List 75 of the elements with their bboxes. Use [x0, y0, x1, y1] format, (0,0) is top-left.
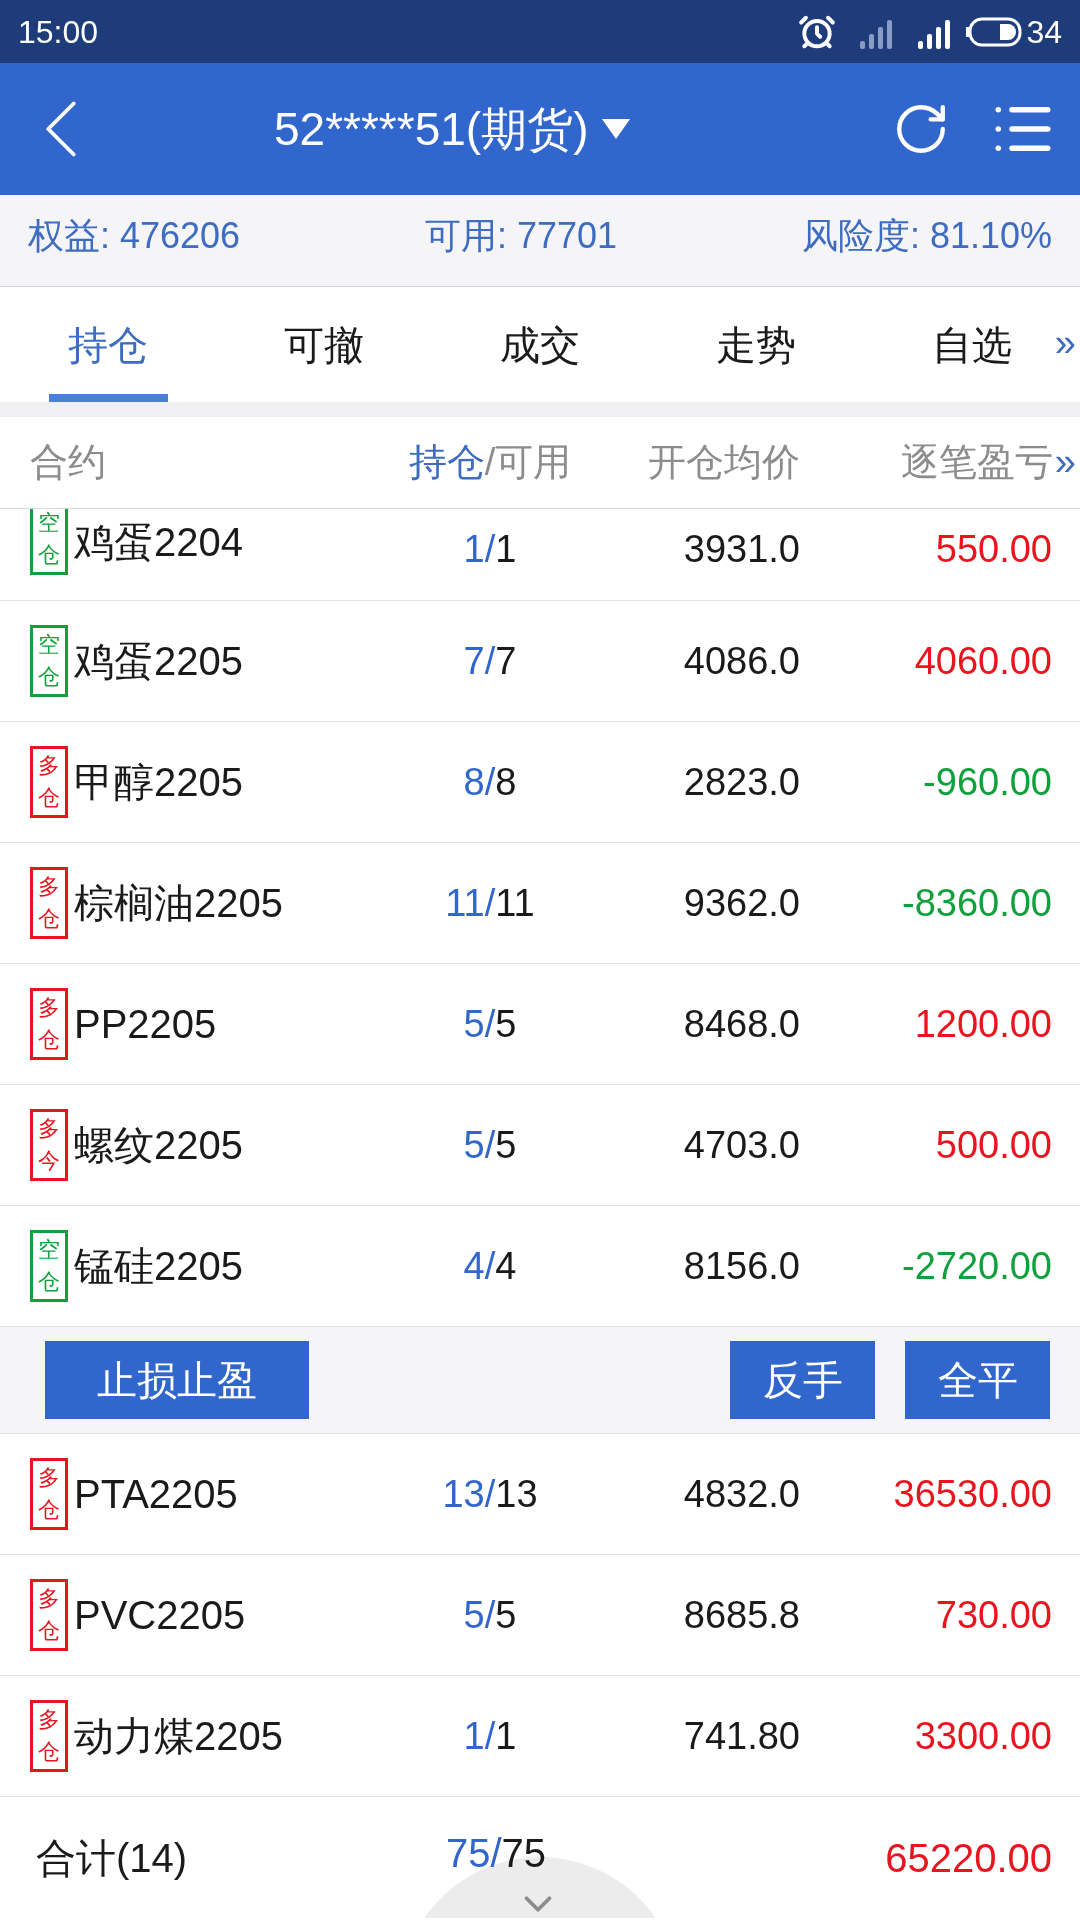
account-stat: 权益: 476206 [28, 214, 241, 258]
position-badge: 空仓 [30, 509, 68, 575]
contract-name: PTA2205 [74, 1471, 238, 1518]
position-cell-text: 8/8 [462, 759, 518, 805]
position-badge: 多仓 [30, 1579, 68, 1651]
profit-loss: 36530.00 [892, 1471, 1052, 1517]
position-cell-text: 13/13 [441, 1471, 539, 1517]
open-price: 9362.0 [682, 880, 800, 926]
profit-loss: 500.00 [934, 1122, 1052, 1168]
profit-loss: 1200.00 [913, 1001, 1052, 1047]
open-price: 4832.0 [682, 1471, 800, 1517]
position-cell-text: 1/1 [462, 527, 518, 572]
open-price: 8685.8 [682, 1592, 800, 1638]
open-price: 4086.0 [682, 638, 800, 684]
open-price: 4703.0 [682, 1122, 800, 1168]
action-button[interactable]: 反手 [730, 1341, 875, 1419]
status-time: 15:00 [18, 12, 99, 52]
profit-loss: 730.00 [934, 1592, 1052, 1638]
total-position: 75/75 [445, 1830, 547, 1875]
tab[interactable]: 走势 [696, 287, 816, 402]
position-cell-text: 5/5 [462, 1001, 518, 1047]
contract-name: PP2205 [74, 1001, 217, 1048]
contract-name: 螺纹2205 [74, 1122, 243, 1169]
column-header: 合约 [30, 440, 107, 485]
tab[interactable]: 可撤 [264, 287, 384, 402]
position-badge: 多仓 [30, 746, 68, 818]
open-price: 8468.0 [682, 1001, 800, 1047]
total-profit-loss: 65220.00 [884, 1834, 1052, 1882]
account-dropdown[interactable]: 52*****51(期货) [274, 94, 631, 164]
position-cell-text: 5/5 [462, 1122, 518, 1168]
contract-name: 动力煤2205 [74, 1713, 283, 1760]
contract-name: 棕榈油2205 [74, 880, 283, 927]
tab[interactable]: 自选 [912, 287, 1031, 402]
contract-name: 锰硅2205 [74, 1243, 243, 1290]
profit-loss: -960.00 [922, 759, 1052, 805]
battery-icon [966, 16, 1023, 47]
position-badge: 多仓 [30, 1700, 68, 1772]
profit-loss: -2720.00 [901, 1243, 1052, 1289]
contract-name: PVC2205 [74, 1592, 246, 1639]
position-cell-text: 4/4 [462, 1243, 518, 1289]
contract-name: 鸡蛋2205 [74, 638, 243, 685]
column-header: 开仓均价 [647, 440, 800, 485]
column-header: 持仓/可用 [407, 440, 573, 485]
position-badge: 多仓 [30, 867, 68, 939]
profit-loss: -8360.00 [901, 880, 1052, 926]
stop-loss-button[interactable]: 止损止盈 [45, 1341, 309, 1419]
open-price: 741.80 [682, 1713, 800, 1759]
open-price: 2823.0 [682, 759, 800, 805]
tab[interactable]: 成交 [480, 287, 600, 402]
position-badge: 多今 [30, 1109, 68, 1181]
profit-loss: 4060.00 [913, 638, 1052, 684]
battery-level: 34 [1026, 12, 1062, 52]
account-stat: 风险度: 81.10% [801, 214, 1052, 258]
profit-loss: 550.00 [934, 527, 1052, 572]
column-header: 逐笔盈亏 [900, 440, 1053, 485]
more-tabs-arrow[interactable]: » [1054, 315, 1076, 372]
caret-icon [602, 119, 631, 139]
tab[interactable]: 持仓 [49, 287, 168, 402]
more-columns-arrow[interactable]: » [1054, 434, 1076, 491]
position-cell-text: 1/1 [462, 1713, 518, 1759]
open-price: 3931.0 [682, 527, 800, 572]
contract-name: 甲醇2205 [74, 759, 243, 806]
account-stat: 可用: 77701 [424, 214, 618, 258]
position-cell-text: 7/7 [462, 638, 518, 684]
position-badge: 空仓 [30, 1230, 68, 1302]
open-price: 8156.0 [682, 1243, 800, 1289]
position-cell-text: 11/11 [444, 880, 536, 926]
total-label: 合计(14) [36, 1834, 189, 1882]
position-cell-text: 5/5 [462, 1592, 518, 1638]
contract-name: 鸡蛋2204 [74, 519, 243, 566]
position-badge: 多仓 [30, 1458, 68, 1530]
action-button[interactable]: 全平 [905, 1341, 1050, 1419]
position-badge: 多仓 [30, 988, 68, 1060]
position-badge: 空仓 [30, 625, 68, 697]
profit-loss: 3300.00 [913, 1713, 1052, 1759]
